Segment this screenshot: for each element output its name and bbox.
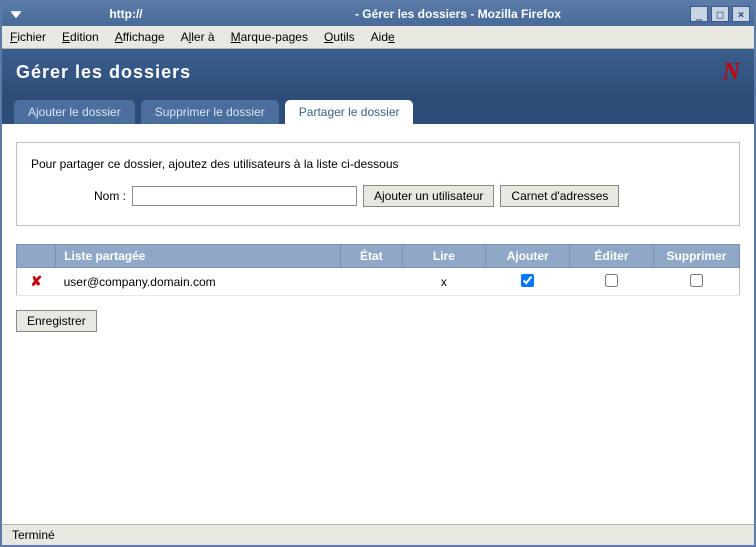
page-header: Gérer les dossiers N bbox=[2, 49, 754, 96]
close-button[interactable]: × bbox=[732, 6, 750, 22]
th-state: État bbox=[341, 245, 402, 268]
cell-read: x bbox=[402, 268, 486, 296]
window-titlebar: http:// - Gérer les dossiers - Mozilla F… bbox=[2, 2, 754, 26]
th-remove: Supprimer bbox=[653, 245, 739, 268]
titlebar-url: http:// bbox=[26, 7, 226, 21]
add-user-button[interactable]: Ajouter un utilisateur bbox=[363, 185, 494, 207]
addressbook-button[interactable]: Carnet d'adresses bbox=[500, 185, 619, 207]
titlebar-title: - Gérer les dossiers - Mozilla Firefox bbox=[226, 7, 690, 21]
delete-row-icon[interactable]: ✘ bbox=[30, 273, 42, 289]
menu-help[interactable]: Aide bbox=[371, 30, 395, 44]
menu-edit[interactable]: Edition bbox=[62, 30, 99, 44]
tab-add-folder[interactable]: Ajouter le dossier bbox=[14, 100, 135, 124]
menu-tools[interactable]: Outils bbox=[324, 30, 355, 44]
th-edit: Éditer bbox=[570, 245, 654, 268]
minimize-button[interactable]: _ bbox=[690, 6, 708, 22]
browser-menubar: Fichier Edition Affichage Aller à Marque… bbox=[2, 26, 754, 49]
checkbox-remove[interactable] bbox=[690, 274, 703, 287]
share-panel: Pour partager ce dossier, ajoutez des ut… bbox=[16, 142, 740, 226]
content-area: Pour partager ce dossier, ajoutez des ut… bbox=[2, 124, 754, 524]
shared-list-table: Liste partagée État Lire Ajouter Éditer … bbox=[16, 244, 740, 296]
page-title: Gérer les dossiers bbox=[16, 62, 191, 83]
th-shared-list: Liste partagée bbox=[56, 245, 341, 268]
name-label: Nom : bbox=[81, 189, 126, 203]
cell-user: user@company.domain.com bbox=[56, 268, 341, 296]
table-row: ✘ user@company.domain.com x bbox=[17, 268, 740, 296]
novell-logo: N bbox=[723, 59, 740, 86]
menu-view[interactable]: Affichage bbox=[115, 30, 165, 44]
maximize-button[interactable]: □ bbox=[711, 6, 729, 22]
checkbox-edit[interactable] bbox=[605, 274, 618, 287]
tab-share-folder[interactable]: Partager le dossier bbox=[285, 100, 414, 124]
th-delete bbox=[17, 245, 56, 268]
checkbox-add[interactable] bbox=[521, 274, 534, 287]
save-button[interactable]: Enregistrer bbox=[16, 310, 97, 332]
menu-go[interactable]: Aller à bbox=[181, 30, 215, 44]
th-read: Lire bbox=[402, 245, 486, 268]
tabs-row: Ajouter le dossier Supprimer le dossier … bbox=[2, 96, 754, 124]
menu-file[interactable]: Fichier bbox=[10, 30, 46, 44]
window-menu-icon[interactable] bbox=[6, 7, 26, 21]
name-input[interactable] bbox=[132, 186, 357, 206]
statusbar: Terminé bbox=[2, 524, 754, 545]
cell-state bbox=[341, 268, 402, 296]
menu-bookmarks[interactable]: Marque-pages bbox=[231, 30, 308, 44]
share-instruction: Pour partager ce dossier, ajoutez des ut… bbox=[31, 157, 725, 171]
th-add: Ajouter bbox=[486, 245, 570, 268]
tab-delete-folder[interactable]: Supprimer le dossier bbox=[141, 100, 279, 124]
